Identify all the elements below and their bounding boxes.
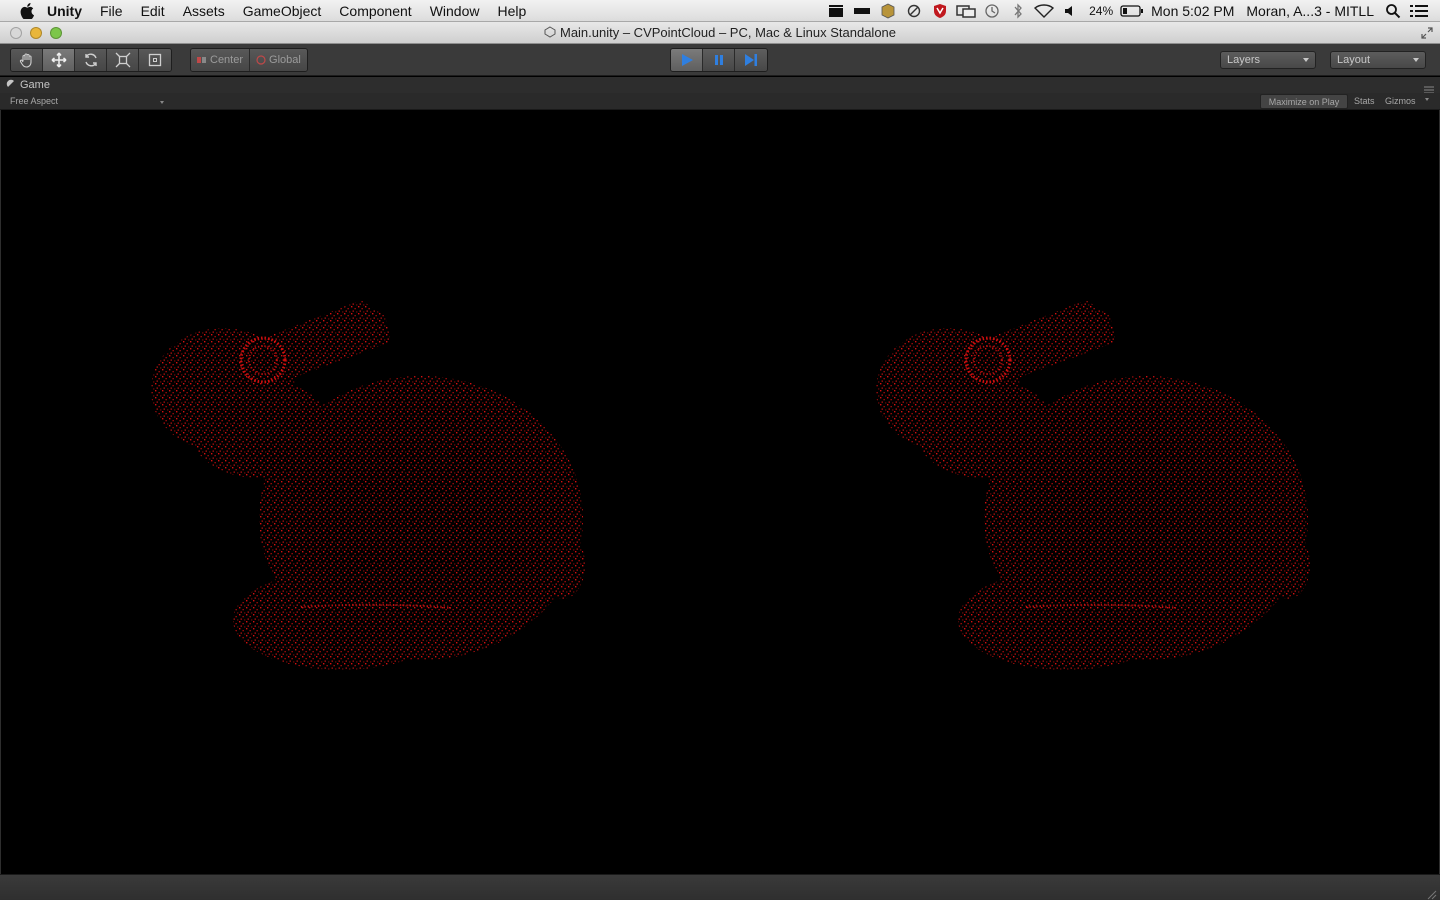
rotate-tool-button[interactable] — [75, 49, 107, 71]
scale-tool-button[interactable] — [107, 49, 139, 71]
menu-file[interactable]: File — [91, 0, 132, 22]
panel-menu-icon[interactable] — [1424, 81, 1434, 94]
chevron-down-icon — [1413, 58, 1419, 62]
volume-icon[interactable] — [1057, 0, 1083, 22]
playback-controls — [670, 48, 768, 72]
bluetooth-icon[interactable] — [1005, 0, 1031, 22]
editor-status-bar — [0, 874, 1440, 900]
pivot-center-button[interactable]: Center — [191, 49, 251, 71]
apple-menu-icon[interactable] — [16, 0, 38, 22]
display-icon[interactable] — [953, 0, 979, 22]
battery-icon[interactable] — [1119, 0, 1145, 22]
notification-center-icon[interactable] — [1406, 0, 1432, 22]
play-icon — [681, 54, 693, 66]
battery-percent[interactable]: 24% — [1083, 4, 1119, 18]
editor-toolbar: Center Global Layers Layout — [0, 44, 1440, 76]
menu-edit[interactable]: Edit — [132, 0, 174, 22]
window-title-text: Main.unity – CVPointCloud – PC, Mac & Li… — [559, 25, 897, 40]
menu-help[interactable]: Help — [488, 0, 535, 22]
clapper-icon[interactable] — [823, 0, 849, 22]
scale-icon — [115, 52, 130, 68]
hand-tool-button[interactable] — [11, 49, 43, 71]
tab-game[interactable]: Game — [6, 77, 50, 93]
tab-game-label: Game — [20, 79, 50, 91]
compass-icon[interactable] — [901, 0, 927, 22]
layout-dropdown[interactable]: Layout — [1330, 51, 1426, 69]
menu-window[interactable]: Window — [421, 0, 489, 22]
transform-tools — [10, 48, 172, 72]
move-tool-button[interactable] — [43, 49, 75, 71]
aspect-label: Free Aspect — [10, 96, 59, 106]
layers-dropdown[interactable]: Layers — [1220, 51, 1316, 69]
shield-icon[interactable] — [927, 0, 953, 22]
layout-label: Layout — [1337, 54, 1371, 66]
rect-tool-button[interactable] — [139, 49, 171, 71]
cube-icon[interactable] — [875, 0, 901, 22]
menu-component[interactable]: Component — [330, 0, 420, 22]
chevron-down-icon — [160, 101, 164, 104]
menu-bar: Unity File Edit Assets GameObject Compon… — [0, 0, 1440, 22]
stats-toggle[interactable]: Stats — [1350, 94, 1379, 109]
status-area: 24% Mon 5:02 PM Moran, A...3 - MITLL — [823, 0, 1440, 22]
game-viewport[interactable] — [0, 110, 1440, 874]
pivot-toggles: Center Global — [190, 48, 308, 72]
pause-button[interactable] — [703, 49, 735, 71]
center-pivot-icon — [197, 57, 206, 63]
menu-assets[interactable]: Assets — [174, 0, 234, 22]
pivot-global-button[interactable]: Global — [250, 49, 307, 71]
global-icon — [256, 55, 266, 65]
pivot-global-label: Global — [269, 54, 301, 66]
aspect-dropdown[interactable]: Free Aspect — [8, 93, 166, 110]
hand-icon — [19, 53, 32, 68]
menu-unity[interactable]: Unity — [38, 0, 91, 22]
right-bunny-point-cloud — [866, 290, 1326, 690]
pause-icon — [714, 55, 723, 65]
point-cloud-render — [1, 110, 1439, 874]
spotlight-search-icon[interactable] — [1380, 0, 1406, 22]
step-button[interactable] — [735, 49, 767, 71]
time-machine-icon[interactable] — [979, 0, 1005, 22]
clock[interactable]: Mon 5:02 PM — [1145, 3, 1240, 19]
window-title-bar: Main.unity – CVPointCloud – PC, Mac & Li… — [0, 22, 1440, 44]
game-controller-icon — [6, 79, 16, 92]
resize-grip-icon[interactable] — [1427, 887, 1437, 900]
step-icon — [745, 54, 757, 66]
game-panel-tabbar: Game — [0, 77, 1440, 94]
pivot-center-label: Center — [210, 54, 244, 66]
unity-document-icon — [544, 23, 556, 45]
wifi-icon[interactable] — [1031, 0, 1057, 22]
layers-label: Layers — [1227, 54, 1261, 66]
move-icon — [51, 52, 66, 68]
fullscreen-icon[interactable] — [1420, 26, 1434, 40]
menu-gameobject[interactable]: GameObject — [234, 0, 331, 22]
rotate-icon — [84, 53, 97, 67]
play-button[interactable] — [671, 49, 703, 71]
window-title: Main.unity – CVPointCloud – PC, Mac & Li… — [0, 22, 1440, 45]
chevron-down-icon — [1303, 58, 1309, 62]
gizmos-toggle[interactable]: Gizmos — [1381, 94, 1420, 109]
left-bunny-point-cloud — [141, 290, 601, 690]
rect-icon — [148, 53, 162, 67]
gizmos-chevron-down-icon[interactable] — [1425, 98, 1429, 101]
maximize-on-play-toggle[interactable]: Maximize on Play — [1260, 94, 1348, 109]
game-panel-controls: Free Aspect Maximize on Play Stats Gizmo… — [0, 93, 1440, 110]
battery-app-icon[interactable] — [849, 0, 875, 22]
user-name[interactable]: Moran, A...3 - MITLL — [1240, 3, 1380, 19]
